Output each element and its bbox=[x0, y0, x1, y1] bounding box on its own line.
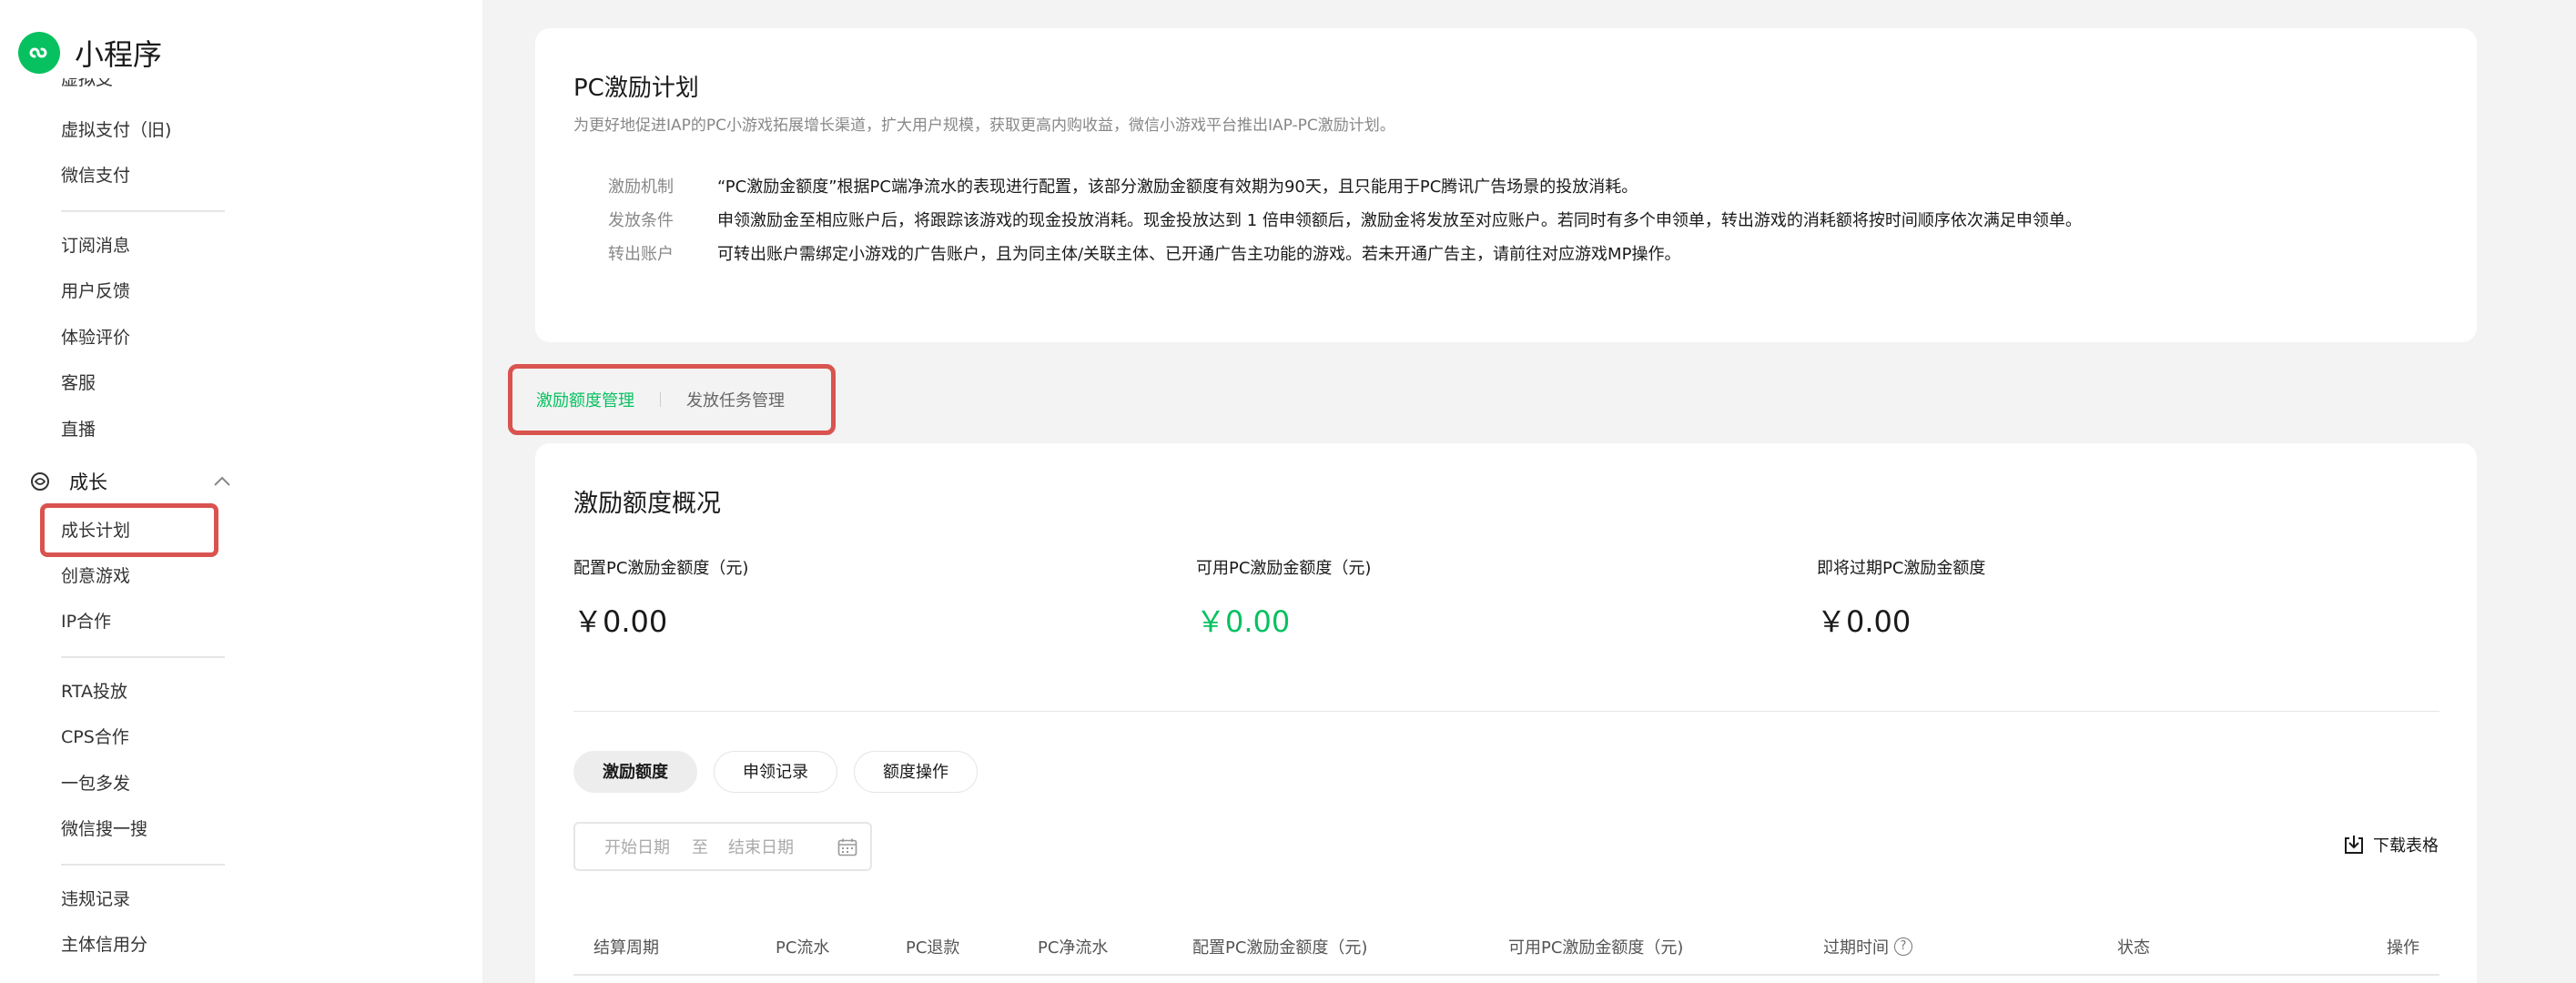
sidebar-item-rta[interactable]: RTA投放 bbox=[61, 678, 127, 705]
sidebar-item-credit-score[interactable]: 主体信用分 bbox=[61, 931, 147, 958]
end-date-input[interactable]: 结束日期 bbox=[728, 835, 794, 858]
stat-value: ￥0.00 bbox=[1196, 604, 1291, 639]
stat-available: 可用PC激励金额度（元) ￥0.00 bbox=[1196, 555, 1371, 641]
sidebar-divider bbox=[61, 656, 225, 658]
subtab-quota-operations[interactable]: 额度操作 bbox=[854, 751, 978, 793]
sidebar-item-multi-publish[interactable]: 一包多发 bbox=[61, 770, 130, 797]
rule-key: 发放条件 bbox=[608, 211, 674, 230]
overview-card: 激励额度概况 配置PC激励金额度（元) ￥0.00 可用PC激励金额度（元) ￥… bbox=[535, 443, 2477, 983]
download-table-button[interactable]: 下载表格 bbox=[2342, 833, 2439, 856]
date-separator: 至 bbox=[692, 838, 708, 857]
miniprogram-logo-icon bbox=[18, 32, 60, 74]
rule-row: 激励机制 “PC激励金额度”根据PC端净流水的表现进行配置，该部分激励金额度有效… bbox=[608, 174, 1638, 198]
highlight-box-growth-plan bbox=[40, 503, 218, 557]
sidebar-group-growth[interactable]: 成长 bbox=[29, 466, 231, 497]
sidebar-item-cps[interactable]: CPS合作 bbox=[61, 724, 129, 751]
intro-card: PC激励计划 为更好地促进IAP的PC小游戏拓展增长渠道，扩大用户规模，获取更高… bbox=[535, 28, 2477, 342]
help-icon[interactable]: ? bbox=[1894, 937, 1912, 956]
calendar-icon bbox=[837, 838, 857, 856]
sidebar-item-ip-cooperation[interactable]: IP合作 bbox=[61, 608, 111, 635]
page-title: PC激励计划 bbox=[573, 75, 699, 102]
download-icon bbox=[2345, 836, 2363, 854]
rule-row: 转出账户 可转出账户需绑定小游戏的广告账户，且为同主体/关联主体、已开通广告主功… bbox=[608, 241, 1680, 265]
stat-value: ￥0.00 bbox=[573, 604, 668, 639]
chevron-up-icon[interactable] bbox=[213, 476, 231, 487]
rule-value: 可转出账户需绑定小游戏的广告账户，且为同主体/关联主体、已开通广告主功能的游戏。… bbox=[717, 245, 1681, 264]
stat-label: 即将过期PC激励金额度 bbox=[1817, 559, 1986, 578]
sidebar-item-violations[interactable]: 违规记录 bbox=[61, 886, 130, 913]
sidebar: 小程序 虚拟支付 虚拟支付（旧) 微信支付 订阅消息 用户反馈 体验评价 客服 … bbox=[0, 0, 482, 983]
col-configured-quota: 配置PC激励金额度（元) bbox=[1192, 938, 1368, 958]
subtab-quota[interactable]: 激励额度 bbox=[573, 751, 697, 793]
stat-label: 可用PC激励金额度（元) bbox=[1196, 559, 1372, 578]
col-settlement-period: 结算周期 bbox=[593, 938, 659, 958]
rule-key: 转出账户 bbox=[608, 245, 674, 264]
sidebar-item-creative-game[interactable]: 创意游戏 bbox=[61, 562, 130, 590]
sidebar-item-wechat-search[interactable]: 微信搜一搜 bbox=[61, 816, 147, 843]
tab-quota-management[interactable]: 激励额度管理 bbox=[536, 388, 634, 411]
stat-value: ￥0.00 bbox=[1817, 604, 1912, 639]
subtabs: 激励额度 申领记录 额度操作 bbox=[573, 751, 978, 793]
sidebar-divider bbox=[61, 864, 225, 866]
section-title: 激励额度概况 bbox=[573, 490, 721, 518]
rule-row: 发放条件 申领激励金至相应账户后，将跟踪该游戏的现金投放消耗。现金投放达到 1 … bbox=[608, 208, 2082, 231]
sidebar-item-experience[interactable]: 体验评价 bbox=[61, 324, 130, 351]
sidebar-item-wechat-pay[interactable]: 微信支付 bbox=[61, 162, 130, 189]
col-pc-revenue: PC流水 bbox=[776, 938, 830, 958]
sidebar-item-customer-service[interactable]: 客服 bbox=[61, 370, 96, 397]
page-description: 为更好地促进IAP的PC小游戏拓展增长渠道，扩大用户规模，获取更高内购收益，微信… bbox=[573, 117, 1395, 135]
col-expire-time-label: 过期时间 bbox=[1823, 938, 1889, 958]
col-expire-time: 过期时间 ? bbox=[1823, 935, 1912, 958]
sidebar-group-label: 成长 bbox=[69, 471, 107, 493]
stat-configured: 配置PC激励金额度（元) ￥0.00 bbox=[573, 555, 748, 641]
download-label: 下载表格 bbox=[2373, 836, 2439, 856]
sidebar-item-virtual-pay-old[interactable]: 虚拟支付（旧) bbox=[61, 117, 171, 144]
col-pc-refund: PC退款 bbox=[906, 938, 960, 958]
stat-expiring: 即将过期PC激励金额度 ￥0.00 bbox=[1817, 555, 1985, 641]
sidebar-divider bbox=[61, 210, 225, 212]
date-range-picker[interactable]: 开始日期 至 结束日期 bbox=[573, 822, 872, 871]
brand[interactable]: 小程序 bbox=[18, 27, 162, 78]
start-date-input[interactable]: 开始日期 bbox=[604, 835, 670, 858]
sidebar-item-feedback[interactable]: 用户反馈 bbox=[61, 278, 130, 305]
divider bbox=[573, 711, 2439, 712]
tab-task-management[interactable]: 发放任务管理 bbox=[686, 388, 785, 411]
sidebar-item-subscribe-msg[interactable]: 订阅消息 bbox=[61, 232, 130, 259]
table-header: 结算周期 PC流水 PC退款 PC净流水 配置PC激励金额度（元) 可用PC激励… bbox=[573, 926, 2439, 966]
table-header-divider bbox=[573, 974, 2439, 976]
col-status: 状态 bbox=[2117, 938, 2150, 958]
col-pc-net-revenue: PC净流水 bbox=[1038, 938, 1109, 958]
sidebar-item-live[interactable]: 直播 bbox=[61, 416, 96, 443]
rule-value: 申领激励金至相应账户后，将跟踪该游戏的现金投放消耗。现金投放达到 1 倍申领额后… bbox=[717, 211, 2082, 230]
brand-name: 小程序 bbox=[75, 37, 163, 72]
main-tabs: 激励额度管理 发放任务管理 bbox=[508, 364, 836, 435]
subtab-claim-records[interactable]: 申领记录 bbox=[714, 751, 837, 793]
rule-key: 激励机制 bbox=[608, 177, 674, 197]
tab-separator bbox=[660, 392, 661, 407]
rule-value: “PC激励金额度”根据PC端净流水的表现进行配置，该部分激励金额度有效期为90天… bbox=[717, 177, 1638, 197]
stat-label: 配置PC激励金额度（元) bbox=[573, 559, 749, 578]
sidebar-item-cut[interactable]: 虚拟支付 bbox=[61, 78, 125, 91]
growth-icon bbox=[31, 472, 49, 491]
col-actions: 操作 bbox=[2387, 938, 2419, 958]
col-available-quota: 可用PC激励金额度（元) bbox=[1508, 938, 1684, 958]
